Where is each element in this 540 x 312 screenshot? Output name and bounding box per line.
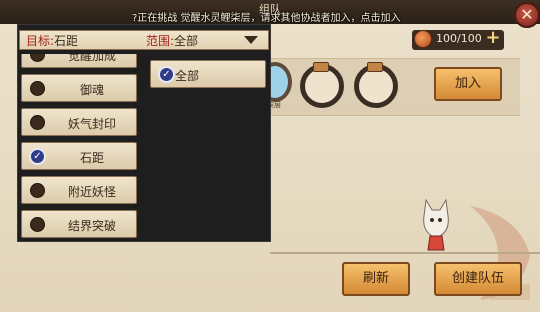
close-icon: ✕ [520,5,534,24]
slot-clip-icon [313,62,329,72]
add-resource-button[interactable]: + [484,28,502,48]
range-option-selected[interactable]: ✓ 全部 [150,60,266,88]
check-icon: ✓ [158,66,175,83]
target-list[interactable]: 觉醒加成 御魂 妖气封印 ✓ 石距 附近妖怪 结界突破 [21,54,139,240]
target-option[interactable]: 觉醒加成 [21,54,137,68]
close-button[interactable]: ✕ [514,2,540,28]
slot-clip-icon [367,62,383,72]
target-option[interactable]: 结界突破 [21,210,137,238]
target-option-label: 御魂 [79,83,104,97]
target-option-label: 妖气封印 [67,117,116,131]
target-option[interactable]: 御魂 [21,74,137,102]
refresh-button[interactable]: 刷新 [342,262,410,296]
range-filter[interactable]: 范围:全部 [146,32,198,49]
create-team-button[interactable]: 创建队伍 [434,262,522,296]
chevron-down-icon[interactable] [244,36,258,44]
member-slot [354,62,398,108]
target-option-label: 结界突破 [67,219,116,233]
target-option-label: 附近妖怪 [67,185,116,199]
target-option-label: 觉醒加成 [67,54,116,63]
target-option[interactable]: 妖气封印 [21,108,137,136]
target-option[interactable]: 附近妖怪 [21,176,137,204]
radio-icon [30,183,45,198]
target-filter-label: 目标: [26,34,55,48]
footer-divider [270,252,540,254]
range-option-label: 全部 [175,69,200,83]
target-option-label: 石距 [79,151,104,165]
range-filter-label: 范围: [146,34,175,48]
radio-icon [30,217,45,232]
broadcast-message[interactable]: ?正在挑战 觉醒水灵鲤柒层，请求其他协战者加入，点击加入 [132,9,442,25]
target-filter[interactable]: 目标:石距 [26,32,78,49]
target-option-selected[interactable]: ✓ 石距 [21,142,137,170]
radio-icon [30,81,45,96]
member-slot [300,62,344,108]
radio-icon [30,54,45,62]
resource-value: 100/100 [436,32,482,45]
radio-icon [30,115,45,130]
range-filter-value: 全部 [174,34,199,48]
join-button[interactable]: 加入 [434,67,502,101]
check-icon: ✓ [29,148,46,165]
target-filter-value: 石距 [54,34,79,48]
stamina-icon [414,30,432,48]
